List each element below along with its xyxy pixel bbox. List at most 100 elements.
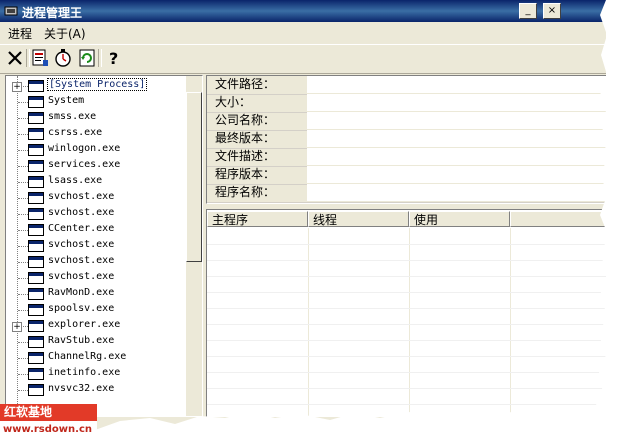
row-gridline	[207, 404, 606, 405]
tree-item[interactable]: RavMonD.exe	[6, 286, 184, 302]
process-window-icon	[28, 176, 44, 188]
process-window-icon	[28, 272, 44, 284]
process-window-icon	[28, 288, 44, 300]
tree-connector	[18, 150, 28, 151]
column-header-main[interactable]: 主程序	[207, 211, 308, 227]
tree-item-label: smss.exe	[48, 111, 97, 122]
info-field-label: 程序名称：	[207, 184, 314, 201]
info-field-value	[307, 76, 606, 93]
tree-item[interactable]: svchost.exe	[6, 254, 184, 270]
info-field-label: 最终版本：	[207, 130, 314, 147]
tree-item[interactable]: winlogon.exe	[6, 142, 184, 158]
info-field-value	[307, 184, 606, 201]
app-window: 进程管理王 _ × 进程 关于(A) ? + [System Process] …	[0, 0, 606, 436]
row-gridline	[207, 260, 606, 261]
tree-connector	[18, 342, 28, 343]
info-row: 最终版本：	[207, 130, 606, 149]
column-header-usage[interactable]: 使用	[409, 211, 510, 227]
tree-item[interactable]: svchost.exe	[6, 270, 184, 286]
tree-item-label: nvsvc32.exe	[48, 383, 115, 394]
column-header-filler	[510, 211, 606, 227]
watermark-url: www.rsdown.cn	[3, 424, 92, 435]
tree-item[interactable]: csrss.exe	[6, 126, 184, 142]
tree-item[interactable]: inetinfo.exe	[6, 366, 184, 382]
tree-connector	[18, 214, 28, 215]
tree-connector	[18, 374, 28, 375]
menu-process[interactable]: 进程	[8, 25, 32, 42]
toolbar: ?	[0, 44, 606, 74]
process-window-icon	[28, 160, 44, 172]
watermark-brand: 红软基地	[0, 404, 97, 421]
info-field-value	[307, 112, 606, 129]
tree-connector	[18, 246, 28, 247]
process-window-icon	[28, 192, 44, 204]
info-row: 公司名称：	[207, 112, 606, 131]
tree-item-label: [System Process]	[46, 78, 148, 91]
tree-item-label: svchost.exe	[48, 255, 115, 266]
process-window-icon	[28, 208, 44, 220]
process-tree[interactable]: + [System Process] System smss.exe csrss.exe…	[5, 75, 203, 417]
info-field-value	[307, 130, 606, 147]
process-properties-icon[interactable]	[30, 48, 50, 68]
tree-connector	[18, 182, 28, 183]
close-process-icon[interactable]	[5, 48, 25, 68]
tree-item-label: svchost.exe	[48, 207, 115, 218]
tree-scrollbar[interactable]	[186, 76, 202, 416]
tree-item-label: explorer.exe	[48, 319, 121, 330]
tree-item[interactable]: services.exe	[6, 158, 184, 174]
info-field-label: 公司名称：	[207, 112, 314, 129]
tree-item[interactable]: CCenter.exe	[6, 222, 184, 238]
info-field-label: 大小：	[207, 94, 314, 111]
window-title: 进程管理王	[22, 6, 83, 20]
tree-item[interactable]: svchost.exe	[6, 238, 184, 254]
help-icon[interactable]: ?	[104, 48, 124, 68]
scrollbar-thumb[interactable]	[186, 92, 202, 262]
tree-item[interactable]: RavStub.exe	[6, 334, 184, 350]
expand-icon[interactable]: +	[12, 82, 22, 92]
process-window-icon	[28, 256, 44, 268]
info-field-value	[307, 94, 606, 111]
tree-item[interactable]: svchost.exe	[6, 190, 184, 206]
menu-about[interactable]: 关于(A)	[44, 25, 86, 42]
process-window-icon	[28, 96, 44, 108]
tree-connector	[18, 230, 28, 231]
row-gridline	[207, 324, 606, 325]
title-bar: 进程管理王 _ ×	[0, 0, 606, 22]
tree-connector	[18, 134, 28, 135]
refresh-icon[interactable]	[77, 48, 97, 68]
row-gridline	[207, 356, 606, 357]
tree-connector	[18, 390, 28, 391]
tree-item[interactable]: ChannelRg.exe	[6, 350, 184, 366]
close-button[interactable]: ×	[543, 3, 561, 19]
column-header-threads[interactable]: 线程	[308, 211, 409, 227]
app-icon	[4, 6, 18, 16]
tree-item[interactable]: + [System Process]	[6, 78, 184, 94]
row-gridline	[207, 244, 606, 245]
tree-item[interactable]: spoolsv.exe	[6, 302, 184, 318]
tree-item[interactable]: smss.exe	[6, 110, 184, 126]
tree-item[interactable]: lsass.exe	[6, 174, 184, 190]
tree-connector	[18, 358, 28, 359]
module-list[interactable]: 主程序 线程 使用	[206, 209, 606, 417]
minimize-button[interactable]: _	[519, 3, 537, 19]
tree-item-label: csrss.exe	[48, 127, 103, 138]
tree-item[interactable]: svchost.exe	[6, 206, 184, 222]
tree-item-label: inetinfo.exe	[48, 367, 121, 378]
tree-item-label: RavMonD.exe	[48, 287, 115, 298]
info-row: 文件描述：	[207, 148, 606, 167]
process-window-icon	[28, 368, 44, 380]
process-window-icon	[28, 352, 44, 364]
watermark: 红软基地 www.rsdown.cn	[0, 404, 97, 438]
expand-icon[interactable]: +	[12, 322, 22, 332]
tree-item[interactable]: System	[6, 94, 184, 110]
process-window-icon	[28, 112, 44, 124]
row-gridline	[207, 292, 606, 293]
timer-icon[interactable]	[53, 48, 73, 68]
tree-connector	[18, 278, 28, 279]
tree-connector	[18, 102, 28, 103]
tree-item[interactable]: nvsvc32.exe	[6, 382, 184, 398]
process-info-panel: 文件路径： 大小： 公司名称： 最终版本： 文件描述： 程序版本： 程序名称：	[206, 75, 606, 204]
process-window-icon	[28, 240, 44, 252]
help-glyph: ?	[109, 49, 118, 68]
tree-item[interactable]: + explorer.exe	[6, 318, 184, 334]
